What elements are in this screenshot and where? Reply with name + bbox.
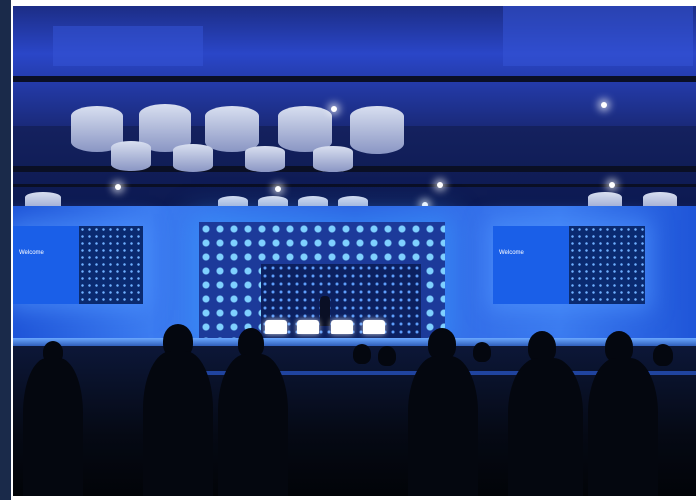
ceiling-panel bbox=[53, 26, 203, 66]
right-screen: Welcome bbox=[493, 226, 645, 304]
right-screen-title: Welcome bbox=[499, 250, 524, 256]
lighting-truss bbox=[13, 76, 696, 82]
spotlight bbox=[601, 102, 607, 108]
audience-member bbox=[378, 346, 396, 366]
audience-member bbox=[473, 342, 491, 362]
spotlight bbox=[115, 184, 121, 190]
image-frame: Welcome Welcome bbox=[0, 0, 697, 500]
audience-member bbox=[653, 344, 673, 366]
spotlight bbox=[275, 186, 281, 192]
stage-chair bbox=[331, 320, 353, 334]
right-screen-graphic bbox=[569, 226, 645, 304]
audience-member bbox=[588, 358, 658, 496]
left-screen-title: Welcome bbox=[19, 250, 44, 256]
left-screen-slide bbox=[13, 226, 79, 304]
spotlight bbox=[609, 182, 615, 188]
stage-chair bbox=[297, 320, 319, 334]
audience-member bbox=[143, 351, 213, 496]
audience-member bbox=[23, 358, 83, 496]
right-screen-slide bbox=[493, 226, 569, 304]
ceiling-panel bbox=[503, 6, 693, 66]
audience-member bbox=[218, 354, 288, 496]
left-border bbox=[0, 0, 11, 500]
ceiling-light bbox=[245, 146, 285, 172]
presenter bbox=[320, 296, 330, 326]
stage-chair bbox=[363, 320, 385, 334]
ceiling-light bbox=[173, 144, 213, 172]
ceiling-light bbox=[205, 106, 259, 152]
left-screen-graphic bbox=[79, 226, 143, 304]
ceiling-light bbox=[313, 146, 353, 172]
ceiling-light bbox=[350, 106, 404, 154]
spotlight bbox=[437, 182, 443, 188]
spotlight bbox=[331, 106, 337, 112]
audience-member bbox=[353, 344, 371, 364]
left-screen: Welcome bbox=[13, 226, 143, 304]
ceiling-light bbox=[111, 141, 151, 171]
audience-member bbox=[408, 356, 478, 496]
ceiling-light bbox=[278, 106, 332, 152]
stage-chair bbox=[265, 320, 287, 334]
conference-photo: Welcome Welcome bbox=[13, 6, 696, 496]
audience-member bbox=[508, 358, 583, 496]
